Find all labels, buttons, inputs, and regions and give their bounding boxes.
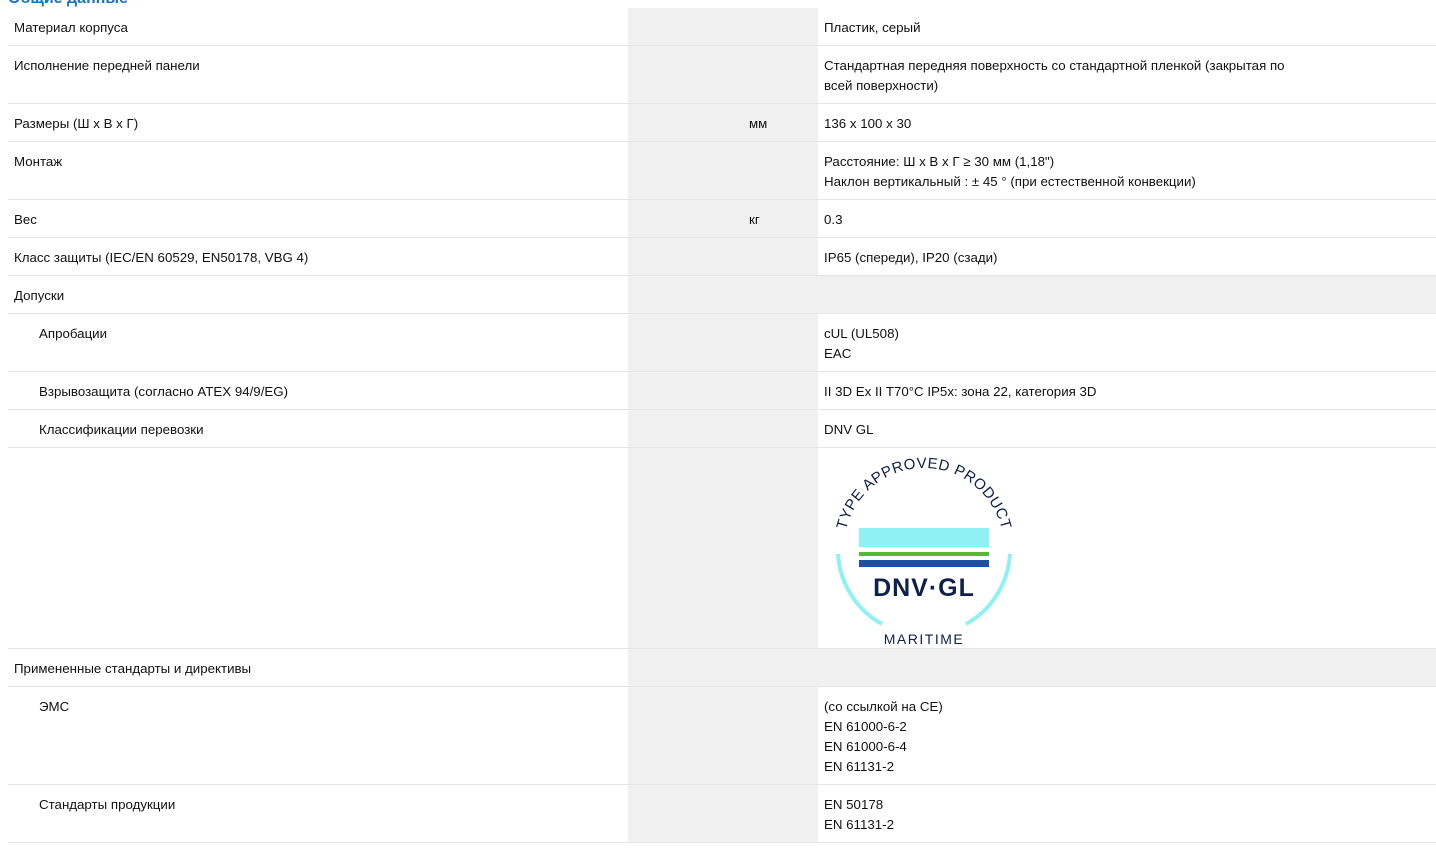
row-value: EN 50178 EN 61131-2	[818, 784, 1436, 843]
logo-brand: DNV·GL	[873, 574, 975, 602]
row-value: DNV GL	[818, 409, 1436, 448]
row-value: Пластик, серый	[818, 8, 1436, 46]
row-value	[818, 275, 1436, 314]
row-unit	[743, 313, 818, 372]
row-value: 136 x 100 x 30	[818, 103, 1436, 142]
table-row: Примененные стандарты и директивы	[8, 648, 1436, 687]
row-label: Апробации	[8, 313, 628, 372]
row-value: Расстояние: Ш x В x Г ≥ 30 мм (1,18") На…	[818, 141, 1436, 200]
row-value: IP65 (спереди), IP20 (сзади)	[818, 237, 1436, 276]
logo-bottom-text: MARITIME	[884, 631, 964, 647]
table-row: Допуски	[8, 275, 1436, 314]
table-row: ЭМС (со ссылкой на CE) EN 61000-6-2 EN 6…	[8, 686, 1436, 785]
row-label: Взрывозащита (согласно ATEX 94/9/EG)	[8, 371, 628, 410]
table-row: Взрывозащита (согласно ATEX 94/9/EG) II …	[8, 371, 1436, 410]
logo-arc-text: TYPE APPROVED PRODUCT	[833, 455, 1014, 531]
row-label: Вес	[8, 199, 628, 238]
row-label: Исполнение передней панели	[8, 45, 628, 104]
table-row: TYPE APPROVED PRODUCT DNV·GL MARITIME	[8, 447, 1436, 649]
row-label: Класс защиты (IEC/EN 60529, EN50178, VBG…	[8, 237, 628, 276]
table-row: Размеры (Ш x В x Г) мм 136 x 100 x 30	[8, 103, 1436, 142]
table-row: Материал корпуса Пластик, серый	[8, 8, 1436, 46]
row-unit	[743, 686, 818, 785]
row-unit: кг	[743, 199, 818, 238]
table-row: Вес кг 0.3	[8, 199, 1436, 238]
row-unit	[743, 371, 818, 410]
row-unit	[743, 237, 818, 276]
row-value: Стандартная передняя поверхность со стан…	[818, 45, 1436, 104]
row-unit: мм	[743, 103, 818, 142]
table-row: Исполнение передней панели Стандартная п…	[8, 45, 1436, 104]
row-value: (со ссылкой на CE) EN 61000-6-2 EN 61000…	[818, 686, 1436, 785]
section-title: Общие данные	[8, 0, 128, 8]
row-unit	[743, 8, 818, 46]
row-label: Классификации перевозки	[8, 409, 628, 448]
row-value: 0.3	[818, 199, 1436, 238]
row-unit	[743, 784, 818, 843]
row-label	[8, 447, 628, 649]
row-value: II 3D Ex II T70°C IP5x: зона 22, категор…	[818, 371, 1436, 410]
row-label: Материал корпуса	[8, 8, 628, 46]
table-row: Класс защиты (IEC/EN 60529, EN50178, VBG…	[8, 237, 1436, 276]
row-unit	[743, 275, 818, 314]
row-value	[818, 648, 1436, 687]
row-unit	[743, 141, 818, 200]
table-row: Классификации перевозки DNV GL	[8, 409, 1436, 448]
row-unit	[743, 447, 818, 649]
table-row: Монтаж Расстояние: Ш x В x Г ≥ 30 мм (1,…	[8, 141, 1436, 200]
row-label: Допуски	[8, 275, 628, 314]
row-label: Примененные стандарты и директивы	[8, 648, 628, 687]
row-unit	[743, 648, 818, 687]
table-row: Апробации cUL (UL508) EAC	[8, 313, 1436, 372]
row-unit	[743, 409, 818, 448]
row-label: Монтаж	[8, 141, 628, 200]
row-value: TYPE APPROVED PRODUCT DNV·GL MARITIME	[818, 447, 1436, 649]
row-label: ЭМС	[8, 686, 628, 785]
dnv-gl-type-approved-logo: TYPE APPROVED PRODUCT DNV·GL MARITIME	[833, 455, 1014, 647]
spec-table: Материал корпуса Пластик, серый Исполнен…	[8, 8, 1436, 843]
row-value: cUL (UL508) EAC	[818, 313, 1436, 372]
row-label: Стандарты продукции	[8, 784, 628, 843]
table-row: Стандарты продукции EN 50178 EN 61131-2	[8, 784, 1436, 843]
row-label: Размеры (Ш x В x Г)	[8, 103, 628, 142]
row-unit	[743, 45, 818, 104]
